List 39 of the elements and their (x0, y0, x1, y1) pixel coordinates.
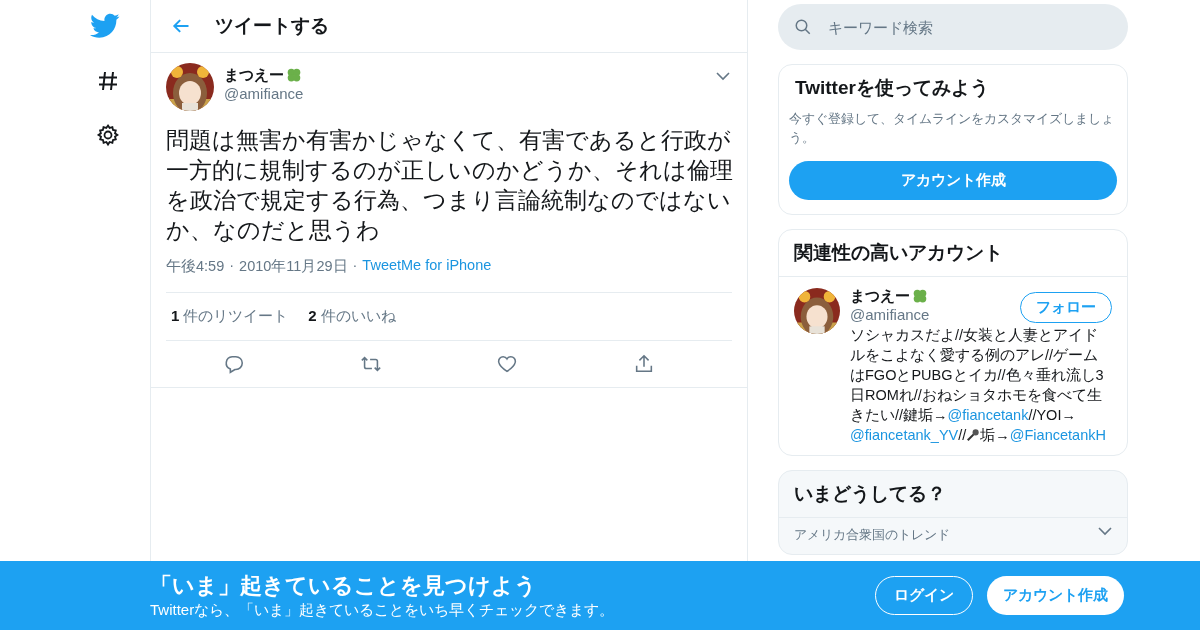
user-handle[interactable]: @amifiance (850, 306, 930, 323)
user-handle[interactable]: @amifiance (224, 85, 706, 102)
user-name[interactable]: まつえー (850, 287, 910, 306)
stat-count[interactable]: 1 (171, 307, 180, 324)
mention-link[interactable]: @FiancetankH (1009, 427, 1106, 443)
follow-button[interactable]: フォロー (1020, 292, 1112, 323)
mention-link[interactable]: @fiancetank (947, 407, 1029, 423)
user-name[interactable]: まつえー (224, 66, 284, 85)
profile-bio: ソシャカスだよ//女装と人妻とアイドルをこよなく愛する例のアレ//ゲームはFGOとPUBGとイカ//色々垂れ流し3日ROMれ//おねショタホモを食べて生きたい//鍵垢→@fiancetank//YOI→ @fiancetank_YV// 垢→@FiancetankH (850, 326, 1107, 445)
bird-icon[interactable] (90, 13, 120, 39)
card-text: 今すぐ登録して、タイムラインをカスタマイズしましょう。 (789, 110, 1115, 147)
card-title: 関連性の高いアカウント (779, 230, 1127, 277)
heart-icon[interactable] (496, 353, 519, 375)
stat-label[interactable]: 件のリツイート (183, 307, 289, 324)
stat-label[interactable]: 件のいいね (320, 307, 396, 324)
microphone-icon (966, 428, 981, 442)
separator-dot: · (228, 257, 236, 275)
trends-location: アメリカ合衆国のトレンド (794, 526, 950, 544)
banner-title: 「いま」起きていることを見つけよう (150, 572, 538, 600)
mention-link[interactable]: @fiancetank_YV (850, 427, 959, 443)
page-title: ツイートする (215, 14, 329, 38)
settings-icon[interactable] (96, 123, 120, 147)
card-title: いまどうしてる？ (779, 471, 1127, 518)
stat-count[interactable]: 2 (308, 307, 317, 324)
tweet-date: 2010年11月29日 (239, 257, 348, 276)
tweet-text: 問題は無害か有害かじゃなくて、有害であると行政が一方的に規制するのが正しいのかどうか、それは倫理を政治で規定する行為、つまり言論統制なのではないか、なのだと思うわ (166, 126, 734, 245)
separator-dot: · (351, 257, 359, 275)
banner-text: Twitterなら、「いま」起きていることをいち早くチェックできます。 (150, 601, 616, 620)
chevron-down-icon[interactable] (1098, 526, 1112, 536)
reply-icon[interactable] (223, 353, 246, 375)
card-title: Twitterを使ってみよう (794, 76, 990, 100)
chevron-down-icon[interactable] (716, 71, 730, 81)
create-account-button[interactable]: アカウント作成 (789, 161, 1117, 200)
hashtag-icon[interactable] (96, 69, 120, 93)
search-icon (794, 18, 812, 36)
create-account-button[interactable]: アカウント作成 (987, 576, 1124, 615)
source-link[interactable]: TweetMe for iPhone (362, 257, 492, 276)
tweet-time[interactable]: 午後4:59 (166, 257, 225, 276)
search-field[interactable]: キーワード検索 (778, 4, 1128, 50)
